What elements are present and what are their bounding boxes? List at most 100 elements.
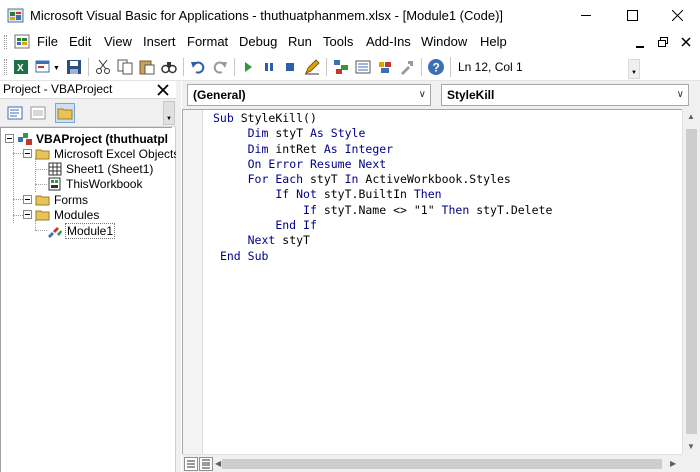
menu-view[interactable]: View: [104, 34, 132, 49]
code-line[interactable]: End If: [213, 218, 552, 233]
cut-button[interactable]: [93, 57, 113, 77]
undo-button[interactable]: [188, 57, 208, 77]
menu-help[interactable]: Help: [480, 34, 507, 49]
toggle-folders-button[interactable]: [55, 103, 75, 123]
insert-userform-button[interactable]: [33, 57, 53, 77]
collapse-icon[interactable]: [23, 149, 32, 158]
minimize-button[interactable]: [563, 0, 609, 31]
window-title: Microsoft Visual Basic for Applications …: [30, 8, 504, 23]
menu-file[interactable]: File: [37, 34, 58, 49]
object-dropdown-value: (General): [193, 88, 246, 102]
toolbar-overflow-button[interactable]: ▼: [628, 59, 640, 79]
menu-edit[interactable]: Edit: [69, 34, 91, 49]
scroll-thumb[interactable]: [222, 459, 662, 469]
code-line[interactable]: End Sub: [213, 249, 552, 264]
tree-item-modules[interactable]: Modules: [23, 207, 99, 222]
view-excel-button[interactable]: X: [11, 57, 31, 77]
collapse-icon[interactable]: [5, 134, 14, 143]
view-object-button[interactable]: [28, 103, 48, 123]
menu-add-ins[interactable]: Add-Ins: [366, 34, 411, 49]
code-line[interactable]: Dim styT As Style: [213, 126, 552, 141]
maximize-button[interactable]: [609, 0, 655, 31]
help-button[interactable]: ?: [426, 57, 446, 77]
code-text[interactable]: Sub StyleKill() Dim styT As Style Dim in…: [213, 111, 552, 264]
toolbar-separator: [421, 58, 422, 76]
mdi-minimize-icon[interactable]: [636, 39, 645, 48]
mdi-restore-icon[interactable]: [658, 37, 668, 47]
toolbar-separator: [234, 58, 235, 76]
project-explorer-close-button[interactable]: [154, 81, 172, 99]
tree-item-sheet1[interactable]: Sheet1 (Sheet1): [47, 161, 153, 176]
scroll-down-icon[interactable]: ▼: [687, 442, 695, 451]
full-module-view-button[interactable]: [199, 457, 213, 471]
menu-run[interactable]: Run: [288, 34, 312, 49]
procedure-view-button[interactable]: [184, 457, 198, 471]
scrollbar-corner: [682, 454, 700, 472]
reset-button[interactable]: [280, 57, 300, 77]
object-browser-button[interactable]: [375, 57, 395, 77]
code-line[interactable]: For Each styT In ActiveWorkbook.Styles: [213, 172, 552, 187]
collapse-icon[interactable]: [23, 210, 32, 219]
scroll-right-icon[interactable]: ▶: [670, 459, 676, 468]
tree-item-excel-objects[interactable]: Microsoft Excel Objects: [23, 146, 179, 161]
scroll-thumb[interactable]: [686, 129, 697, 434]
break-button[interactable]: [259, 57, 279, 77]
margin-indicator-bar[interactable]: [183, 110, 203, 455]
code-line[interactable]: Next styT: [213, 233, 552, 248]
tree-item-thisworkbook[interactable]: ThisWorkbook: [47, 176, 142, 191]
code-line[interactable]: Dim intRet As Integer: [213, 142, 552, 157]
menu-insert[interactable]: Insert: [143, 34, 176, 49]
find-icon: [161, 62, 177, 74]
properties-window-button[interactable]: [353, 57, 373, 77]
cut-icon: [96, 59, 110, 74]
chevron-down-icon: ▼: [631, 70, 637, 76]
toolbox-button[interactable]: [397, 57, 417, 77]
find-button[interactable]: [159, 57, 179, 77]
design-mode-button[interactable]: [302, 57, 322, 77]
menu-format[interactable]: Format: [187, 34, 228, 49]
folder-icon: [57, 108, 73, 120]
tree-item-label: VBAProject (thuthuatpl: [36, 131, 168, 146]
toolbar-grip[interactable]: [4, 59, 7, 75]
tree-item-vbaproject[interactable]: VBAProject (thuthuatpl: [5, 131, 168, 146]
title-bar: Microsoft Visual Basic for Applications …: [0, 0, 700, 31]
mdi-close-icon[interactable]: [681, 37, 691, 47]
tree-item-module1[interactable]: Module1: [47, 222, 116, 239]
dropdown-arrow-icon[interactable]: ▼: [53, 65, 60, 72]
close-icon: [157, 84, 169, 96]
minimize-icon: [580, 15, 591, 16]
properties-icon: [355, 60, 371, 74]
redo-icon: [213, 61, 227, 74]
redo-button[interactable]: [210, 57, 230, 77]
scroll-up-icon[interactable]: ▲: [687, 112, 695, 121]
chevron-down-icon: ∨: [418, 89, 426, 100]
code-line[interactable]: On Error Resume Next: [213, 157, 552, 172]
vertical-scrollbar[interactable]: ▲ ▼: [682, 109, 700, 454]
tree-item-forms[interactable]: Forms: [23, 192, 88, 207]
copy-button[interactable]: [115, 57, 135, 77]
paste-button[interactable]: [137, 57, 157, 77]
close-button[interactable]: [654, 0, 700, 31]
scroll-left-icon[interactable]: ◀: [215, 459, 221, 468]
vba-app-icon: [7, 8, 24, 23]
proj-toolbar-overflow[interactable]: ▼: [163, 101, 175, 125]
project-explorer-button[interactable]: [331, 57, 351, 77]
save-icon: [67, 60, 81, 74]
object-dropdown[interactable]: (General) ∨: [187, 84, 431, 106]
horizontal-scrollbar[interactable]: ◀ ▶: [182, 454, 682, 472]
menu-window[interactable]: Window: [421, 34, 467, 49]
procedure-dropdown[interactable]: StyleKill ∨: [441, 84, 689, 106]
menu-tools[interactable]: Tools: [323, 34, 353, 49]
code-line[interactable]: If Not styT.BuiltIn Then: [213, 187, 552, 202]
view-code-button[interactable]: [5, 103, 25, 123]
panel-splitter[interactable]: [176, 81, 181, 472]
menu-debug[interactable]: Debug: [239, 34, 277, 49]
project-explorer-toolbar: ▼: [0, 99, 176, 127]
menu-grip[interactable]: [4, 35, 7, 49]
code-editor[interactable]: Sub StyleKill() Dim styT As Style Dim in…: [182, 109, 682, 455]
save-button[interactable]: [64, 57, 84, 77]
expand-icon[interactable]: [23, 195, 32, 204]
run-button[interactable]: [238, 57, 258, 77]
code-line[interactable]: Sub StyleKill(): [213, 111, 552, 126]
code-line[interactable]: If styT.Name <> "1" Then styT.Delete: [213, 203, 552, 218]
